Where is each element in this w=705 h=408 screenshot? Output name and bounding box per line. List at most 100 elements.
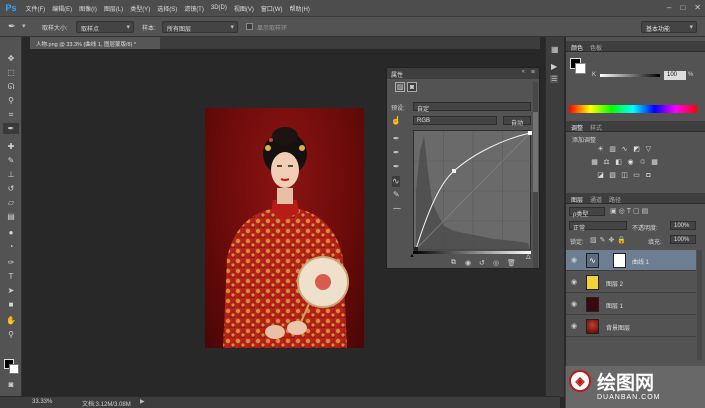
- tab-color[interactable]: 颜色: [571, 43, 583, 52]
- document-photo[interactable]: [205, 108, 364, 348]
- black-white-icon[interactable]: ◧: [614, 158, 623, 166]
- black-slider-handle[interactable]: ▲: [409, 253, 415, 259]
- marquee-tool-icon[interactable]: ⬚: [3, 67, 19, 78]
- visibility-eye-icon[interactable]: ◎: [493, 259, 499, 267]
- threshold-icon[interactable]: ◫: [620, 171, 629, 179]
- view-previous-icon[interactable]: ◉: [465, 259, 471, 267]
- curves-icon[interactable]: ∿: [620, 145, 629, 153]
- quick-mask-icon[interactable]: ◙: [3, 379, 19, 390]
- healing-brush-tool-icon[interactable]: ✚: [3, 141, 19, 152]
- layer-row-layer2[interactable]: ◉ 图层 2: [566, 272, 696, 293]
- reset-icon[interactable]: ↺: [479, 259, 485, 267]
- smooth-curve-icon[interactable]: ⁓: [393, 204, 401, 213]
- clone-stamp-tool-icon[interactable]: ⊥: [3, 169, 19, 180]
- tab-adjustments[interactable]: 调整: [571, 123, 583, 132]
- dodge-tool-icon[interactable]: ◔: [3, 241, 19, 252]
- color-background-swatch[interactable]: [575, 63, 586, 74]
- gray-point-eyedropper-icon[interactable]: ✒: [393, 148, 400, 157]
- eraser-tool-icon[interactable]: ▱: [3, 197, 19, 208]
- menu-edit[interactable]: 编辑(E): [49, 4, 76, 13]
- actions-panel-icon[interactable]: ▶: [551, 62, 557, 71]
- opacity-input[interactable]: 100%: [670, 221, 696, 230]
- menu-view[interactable]: 视图(V): [230, 4, 257, 13]
- layers-scrollbar[interactable]: [697, 250, 702, 360]
- target-adjust-hand-icon[interactable]: ☝: [391, 116, 401, 125]
- menu-window[interactable]: 窗口(W): [257, 4, 286, 13]
- rectangle-tool-icon[interactable]: ■: [3, 299, 19, 310]
- sample-size-dropdown[interactable]: 取样点: [76, 21, 134, 33]
- history-panel-icon[interactable]: ▦: [551, 45, 559, 54]
- maximize-button[interactable]: □: [680, 3, 685, 12]
- white-point-eyedropper-icon[interactable]: ✒: [393, 162, 400, 171]
- black-point-eyedropper-icon[interactable]: ✒: [393, 134, 400, 143]
- brush-tool-icon[interactable]: ✎: [3, 155, 19, 166]
- collapse-icon[interactable]: «: [522, 69, 525, 75]
- menu-select[interactable]: 选择(S): [154, 4, 181, 13]
- menu-file[interactable]: 文件(F): [22, 4, 49, 13]
- layer-filter-icons[interactable]: ▣◎T▢▤: [610, 207, 650, 215]
- tab-styles[interactable]: 样式: [590, 123, 602, 132]
- menu-3d[interactable]: 3D(D): [207, 5, 230, 11]
- posterize-icon[interactable]: ▧: [608, 171, 617, 179]
- document-info[interactable]: 文档:3.12M/3.08M: [82, 399, 131, 408]
- layer-mask-thumbnail[interactable]: [613, 253, 626, 268]
- vibrance-icon[interactable]: ▽: [644, 145, 653, 153]
- k-slider-track[interactable]: [600, 74, 660, 77]
- minimize-button[interactable]: –: [667, 3, 671, 12]
- channel-dropdown[interactable]: RGB: [413, 116, 497, 125]
- color-lookup-icon[interactable]: ▦: [650, 158, 659, 166]
- blur-tool-icon[interactable]: ●: [3, 227, 19, 238]
- properties-scrollbar[interactable]: [533, 82, 538, 268]
- crop-tool-icon[interactable]: ⌗: [3, 109, 19, 120]
- layer-kind-filter[interactable]: ρ类型: [569, 207, 605, 218]
- clip-to-layer-icon[interactable]: ⧉: [451, 259, 456, 267]
- auto-button[interactable]: 自动: [503, 116, 531, 127]
- menu-image[interactable]: 图像(I): [76, 4, 101, 13]
- gradient-map-icon[interactable]: ▭: [632, 171, 641, 179]
- tab-layers[interactable]: 图层: [571, 195, 583, 204]
- history-brush-tool-icon[interactable]: ↺: [3, 183, 19, 194]
- layer-row-background[interactable]: ◉ 背景图层: [566, 316, 696, 337]
- path-select-tool-icon[interactable]: ➤: [3, 285, 19, 296]
- tab-paths[interactable]: 路径: [609, 195, 621, 204]
- visibility-eye-icon[interactable]: ◉: [571, 256, 577, 264]
- zoom-tool-icon[interactable]: ⚲: [3, 329, 19, 340]
- tab-channels[interactable]: 通道: [590, 195, 602, 204]
- move-tool-icon[interactable]: ✥: [3, 53, 19, 64]
- type-tool-icon[interactable]: T: [3, 271, 19, 282]
- color-balance-icon[interactable]: ⚖: [602, 158, 611, 166]
- quick-select-tool-icon[interactable]: ⚲: [3, 95, 19, 106]
- pencil-curve-tool-icon[interactable]: ✎: [393, 190, 400, 199]
- curves-graph[interactable]: [413, 130, 532, 251]
- mask-icon[interactable]: ◙: [407, 82, 417, 92]
- tool-preset-arrow-icon[interactable]: ▾: [22, 22, 26, 30]
- lock-icons[interactable]: ▨✎✥🔒: [590, 236, 629, 244]
- hand-tool-icon[interactable]: ✋: [3, 315, 19, 326]
- eyedropper-icon[interactable]: ✒: [8, 21, 16, 32]
- tab-swatches[interactable]: 色板: [590, 43, 602, 52]
- menu-help[interactable]: 帮助(H): [286, 4, 313, 13]
- pen-tool-icon[interactable]: ✑: [3, 257, 19, 268]
- photo-filter-icon[interactable]: ◉: [626, 158, 635, 166]
- invert-icon[interactable]: ◪: [596, 171, 605, 179]
- curve-point-tool-icon[interactable]: ∿: [392, 176, 400, 187]
- menu-layer[interactable]: 图层(L): [100, 4, 126, 13]
- preset-dropdown[interactable]: 自定: [413, 102, 531, 113]
- white-slider-handle[interactable]: △: [526, 253, 531, 260]
- blend-mode-dropdown[interactable]: 正常: [569, 221, 627, 232]
- menu-type[interactable]: 类型(Y): [127, 4, 154, 13]
- channel-mixer-icon[interactable]: ♲: [638, 158, 647, 166]
- fill-input[interactable]: 100%: [670, 235, 696, 244]
- sample-dropdown[interactable]: 所有图层: [162, 21, 238, 33]
- layer-row-curves[interactable]: ◉ ∿ 曲线 1: [566, 250, 696, 271]
- layer-row-layer1[interactable]: ◉ 图层 1: [566, 294, 696, 315]
- zoom-level[interactable]: 33.33%: [32, 399, 52, 405]
- selective-color-icon[interactable]: ◘: [644, 171, 653, 179]
- levels-icon[interactable]: ▥: [608, 145, 617, 153]
- trash-icon[interactable]: 🗑: [507, 259, 516, 267]
- visibility-eye-icon[interactable]: ◉: [571, 278, 577, 286]
- gradient-tool-icon[interactable]: ▤: [3, 211, 19, 222]
- brightness-contrast-icon[interactable]: ☀: [596, 145, 605, 153]
- status-expand-icon[interactable]: ▶: [140, 398, 145, 405]
- panel-menu-icon[interactable]: ≡: [531, 69, 535, 76]
